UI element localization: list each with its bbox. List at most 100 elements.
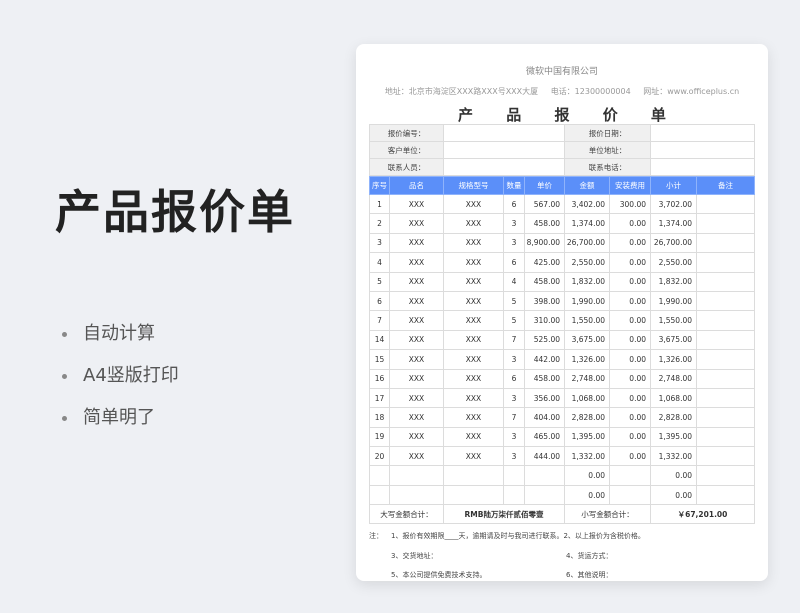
table-cell: 3,402.00 [564,193,610,215]
note-4: 4、货运方式： [566,551,613,560]
table-cell: XXX [389,349,444,370]
table-cell: XXX [443,193,504,215]
quote-sheet: 微软中国有限公司 地址：北京市海淀区XXX路XXX号XXX大厦 电话：12300… [356,44,768,581]
quote-info-table: 报价编号： 报价日期： 客户单位： 单位地址： 联系人员： 联系电话： [369,124,755,176]
table-cell [696,290,755,312]
column-header: 规格型号 [443,176,504,195]
table-row: 19 XXX XXX 3 465.00 1,395.00 0.00 1,395.00 [369,426,755,448]
feature-label: A4竖版打印 [83,365,179,386]
unit-address-field[interactable] [650,141,755,159]
note-5: 5、本公司提供免费技术支持。 [391,571,487,580]
quote-date-label: 报价日期： [564,124,651,142]
table-cell: 1,395.00 [564,426,610,448]
table-cell: 2,828.00 [564,407,610,428]
quote-date-field[interactable] [650,124,755,142]
notes-label: 注： [369,532,383,541]
upper-total-label: 大写金额合计： [369,504,444,525]
customer-field[interactable] [443,141,565,159]
table-cell: 5 [369,271,390,292]
table-cell: 0.00 [609,387,651,409]
table-cell: XXX [389,232,444,254]
table-cell: 1 [369,193,390,215]
company-website: 网址：www.officeplus.cn [643,87,740,96]
table-row: 4 XXX XXX 6 425.00 2,550.00 0.00 2,550.00 [369,252,755,273]
table-cell: 3 [503,213,525,234]
table-cell: 20 [369,446,390,467]
table-cell: XXX [389,368,444,389]
table-cell: XXX [389,290,444,312]
column-header: 单价 [524,176,565,195]
table-cell: XXX [443,329,504,351]
feature-item: 简单明了 [62,404,179,446]
table-cell: 5 [503,310,525,331]
table-cell: 0.00 [609,232,651,254]
contact-phone-field[interactable] [650,158,755,176]
note-3: 3、交货地址： [391,551,438,560]
table-cell: 4 [369,252,390,273]
table-cell: 356.00 [524,387,565,409]
table-cell: 1,395.00 [650,426,697,448]
table-cell: 0.00 [609,329,651,351]
table-cell: 1,832.00 [564,271,610,292]
table-cell: 4 [503,271,525,292]
table-cell: 2,550.00 [564,252,610,273]
table-cell [696,193,755,215]
table-cell: XXX [443,310,504,331]
column-header: 数量 [503,176,525,195]
table-cell: 7 [503,329,525,351]
column-header: 备注 [696,176,755,195]
table-cell [443,465,504,486]
table-row: 6 XXX XXX 5 398.00 1,990.00 0.00 1,990.00 [369,290,755,312]
table-cell [389,465,444,486]
column-header: 品名 [389,176,444,195]
table-cell: XXX [443,387,504,409]
bullet-icon [62,416,67,421]
table-cell: 1,068.00 [564,387,610,409]
table-row: 20 XXX XXX 3 444.00 1,332.00 0.00 1,332.00 [369,446,755,467]
quote-no-field[interactable] [443,124,565,142]
table-cell [696,407,755,428]
table-row: 5 XXX XXX 4 458.00 1,832.00 0.00 1,832.00 [369,271,755,292]
table-cell [696,310,755,331]
table-cell: XXX [389,252,444,273]
notes-section: 注： 1、报价有效期限____天，逾期请及时与我司进行联系。2、以上报价为含税价… [369,530,768,581]
table-cell: 2,828.00 [650,407,697,428]
table-cell: 1,550.00 [650,310,697,331]
bullet-icon [62,374,67,379]
lower-total-value: ￥67,201.00 [650,504,755,525]
table-row: 3 XXX XXX 3 8,900.00 26,700.00 0.00 26,700.00 [369,232,755,254]
table-cell: XXX [389,426,444,448]
document-title: 产 品 报 价 单 [458,106,680,124]
table-cell [524,484,565,506]
table-cell: 398.00 [524,290,565,312]
table-cell: XXX [443,426,504,448]
table-cell: XXX [443,349,504,370]
table-cell: 1,374.00 [650,213,697,234]
table-cell [369,465,390,486]
table-cell: 0.00 [609,426,651,448]
table-cell: XXX [389,213,444,234]
table-cell: 0.00 [609,252,651,273]
table-cell: XXX [443,407,504,428]
contact-person-field[interactable] [443,158,565,176]
company-phone: 电话：12300000004 [550,87,631,96]
note-1: 1、报价有效期限____天，逾期请及时与我司进行联系。2、以上报价为含税价格。 [391,532,645,541]
table-cell: 1,332.00 [650,446,697,467]
table-cell: 2,550.00 [650,252,697,273]
table-cell: 425.00 [524,252,565,273]
table-cell: 1,550.00 [564,310,610,331]
table-row: 1 XXX XXX 6 567.00 3,402.00 300.00 3,702.00 [369,193,755,215]
table-cell: 6 [503,252,525,273]
table-row: 16 XXX XXX 6 458.00 2,748.00 0.00 2,748.00 [369,368,755,389]
table-cell: 3 [503,387,525,409]
table-cell: 16 [369,368,390,389]
table-cell [524,465,565,486]
table-cell: 7 [369,310,390,331]
table-cell: 444.00 [524,446,565,467]
table-row: 18 XXX XXX 7 404.00 2,828.00 0.00 2,828.00 [369,407,755,428]
table-cell: 0.00 [650,484,697,506]
table-cell: XXX [389,193,444,215]
table-cell: 0.00 [609,407,651,428]
table-cell: 6 [503,368,525,389]
feature-label: 简单明了 [83,407,155,428]
